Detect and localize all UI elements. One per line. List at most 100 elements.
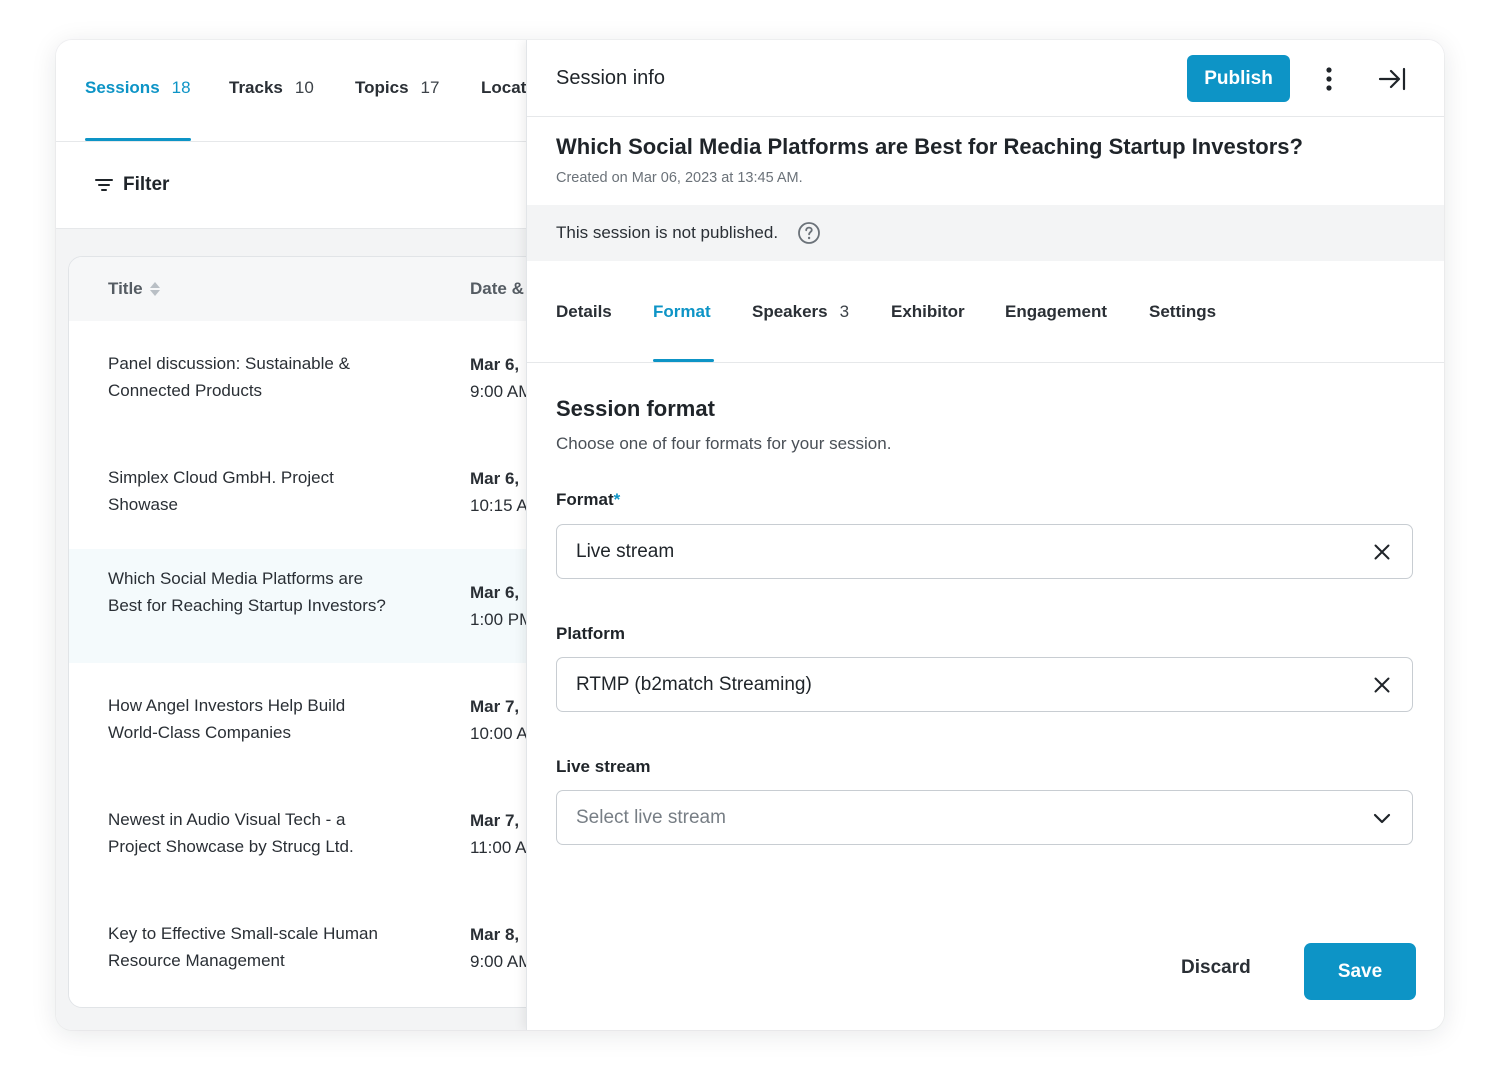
clear-platform-button[interactable] (1370, 673, 1394, 697)
session-title-cell: Panel discussion: Sustainable & Connecte… (108, 354, 350, 400)
section-title: Session format (556, 396, 715, 421)
app-window: Sessions 18 Tracks 10 Topics 17 Locat Fi… (56, 40, 1444, 1030)
section-description: Choose one of four formats for your sess… (556, 434, 892, 453)
tab-exhibitor[interactable]: Exhibitor (891, 302, 965, 322)
session-date: Mar 7, (470, 697, 520, 716)
discard-button[interactable]: Discard (1181, 957, 1251, 979)
format-label: Format* (556, 490, 620, 510)
tab-label: Settings (1149, 302, 1217, 321)
session-date-cell: Mar 6, 9:00 AM (470, 351, 532, 405)
livestream-dropdown-toggle[interactable] (1370, 806, 1394, 830)
tab-count: 10 (294, 78, 314, 97)
livestream-label: Live stream (556, 757, 651, 776)
active-tab-indicator (85, 138, 191, 141)
filter-button[interactable]: Filter (94, 174, 169, 196)
tab-label: Exhibitor (891, 302, 965, 321)
more-options-button[interactable] (1315, 64, 1343, 94)
session-date: Mar 6, (470, 469, 520, 488)
tab-format[interactable]: Format (653, 302, 711, 322)
save-button[interactable]: Save (1304, 943, 1416, 1000)
session-date-cell: Mar 6, 1:00 PM (470, 579, 533, 633)
publish-status-bar: This session is not published. (527, 205, 1444, 261)
session-info-panel: Session info Publish Which Social Media … (526, 40, 1444, 1030)
session-title-cell: Which Social Media Platforms are Best fo… (108, 569, 386, 615)
table-header: Title Date & (69, 257, 539, 322)
tab-sessions[interactable]: Sessions 18 (85, 78, 191, 98)
clear-format-button[interactable] (1370, 540, 1394, 564)
help-circle-icon[interactable] (797, 221, 821, 245)
tab-count: 18 (171, 78, 191, 97)
table-row[interactable]: Simplex Cloud GmbH. Project Showase Mar … (69, 435, 539, 550)
session-section-tabs: Details Format Speakers 3 Exhibitor Engag… (527, 262, 1444, 363)
table-row-selected[interactable]: Which Social Media Platforms are Best fo… (69, 549, 539, 664)
tab-label: Topics (355, 78, 409, 97)
platform-label: Platform (556, 624, 625, 643)
session-date-cell: Mar 7, 11:00 A (470, 807, 526, 861)
tab-label: Speakers (752, 302, 828, 321)
sessions-table: Title Date & Panel discussion: Sustainab… (68, 256, 540, 1008)
session-time: 11:00 A (470, 838, 527, 857)
filter-icon (95, 179, 113, 191)
session-time: 9:00 AM (470, 952, 533, 971)
publish-status-text: This session is not published. (556, 223, 779, 242)
livestream-placeholder: Select live stream (576, 807, 726, 828)
tab-engagement[interactable]: Engagement (1005, 302, 1107, 322)
tab-label: Sessions (85, 78, 160, 97)
sort-icon[interactable] (149, 281, 161, 297)
column-header-title[interactable]: Title (108, 279, 161, 299)
column-header-label: Date & (470, 279, 524, 298)
collapse-panel-icon (1378, 67, 1406, 91)
session-title-cell: Simplex Cloud GmbH. Project Showase (108, 468, 334, 514)
session-time: 10:15 A (470, 496, 528, 515)
tab-label: Tracks (229, 78, 283, 97)
tab-speakers[interactable]: Speakers 3 (752, 302, 849, 322)
clear-icon (1374, 677, 1390, 693)
session-time: 10:00 A (470, 724, 528, 743)
tab-label: Details (556, 302, 612, 321)
session-title-cell: Newest in Audio Visual Tech - a Project … (108, 810, 354, 856)
required-marker: * (613, 490, 621, 509)
column-header-label: Title (108, 279, 143, 298)
session-date: Mar 7, (470, 811, 520, 830)
tab-settings[interactable]: Settings (1149, 302, 1216, 322)
format-value: Live stream (576, 541, 675, 562)
tab-locations[interactable]: Locat (481, 78, 526, 98)
session-time: 1:00 PM (470, 610, 534, 629)
panel-title: Session info (556, 67, 665, 89)
tab-count: 3 (839, 302, 850, 321)
platform-value: RTMP (b2match Streaming) (576, 674, 812, 695)
filter-label: Filter (123, 174, 170, 195)
table-row[interactable]: Newest in Audio Visual Tech - a Project … (69, 777, 539, 892)
livestream-select[interactable]: Select live stream (556, 790, 1413, 845)
session-title-cell: How Angel Investors Help Build World-Cla… (108, 696, 346, 742)
list-toolbar: Sessions 18 Tracks 10 Topics 17 Locat Fi… (56, 40, 526, 229)
session-date-cell: Mar 8, 9:00 AM (470, 921, 532, 975)
tab-details[interactable]: Details (556, 302, 612, 322)
tab-tracks[interactable]: Tracks 10 (229, 78, 314, 98)
active-tab-indicator (653, 359, 714, 362)
publish-button[interactable]: Publish (1187, 55, 1290, 102)
column-header-date[interactable]: Date & (470, 279, 524, 299)
session-date: Mar 6, (470, 355, 520, 374)
entity-tabs: Sessions 18 Tracks 10 Topics 17 Locat (56, 40, 526, 142)
table-row[interactable]: Key to Effective Small-scale Human Resou… (69, 891, 539, 1005)
session-title: Which Social Media Platforms are Best fo… (556, 134, 1303, 159)
session-time: 9:00 AM (470, 382, 533, 401)
tab-label: Format (653, 302, 711, 321)
more-vertical-icon (1326, 67, 1332, 91)
sessions-list-pane: Sessions 18 Tracks 10 Topics 17 Locat Fi… (56, 40, 540, 1030)
session-created-date: Created on Mar 06, 2023 at 13:45 AM. (556, 170, 803, 186)
session-date-cell: Mar 6, 10:15 A (470, 465, 528, 519)
session-date: Mar 6, (470, 583, 520, 602)
table-row[interactable]: How Angel Investors Help Build World-Cla… (69, 663, 539, 778)
format-select[interactable]: Live stream (556, 524, 1413, 579)
tab-label: Engagement (1005, 302, 1108, 321)
clear-icon (1374, 544, 1390, 560)
platform-select[interactable]: RTMP (b2match Streaming) (556, 657, 1413, 712)
table-row[interactable]: Panel discussion: Sustainable & Connecte… (69, 321, 539, 436)
format-label-text: Format (556, 490, 614, 509)
collapse-panel-button[interactable] (1375, 64, 1409, 94)
panel-header: Session info Publish (527, 40, 1444, 117)
chevron-down-icon (1373, 813, 1391, 824)
tab-topics[interactable]: Topics 17 (355, 78, 439, 98)
